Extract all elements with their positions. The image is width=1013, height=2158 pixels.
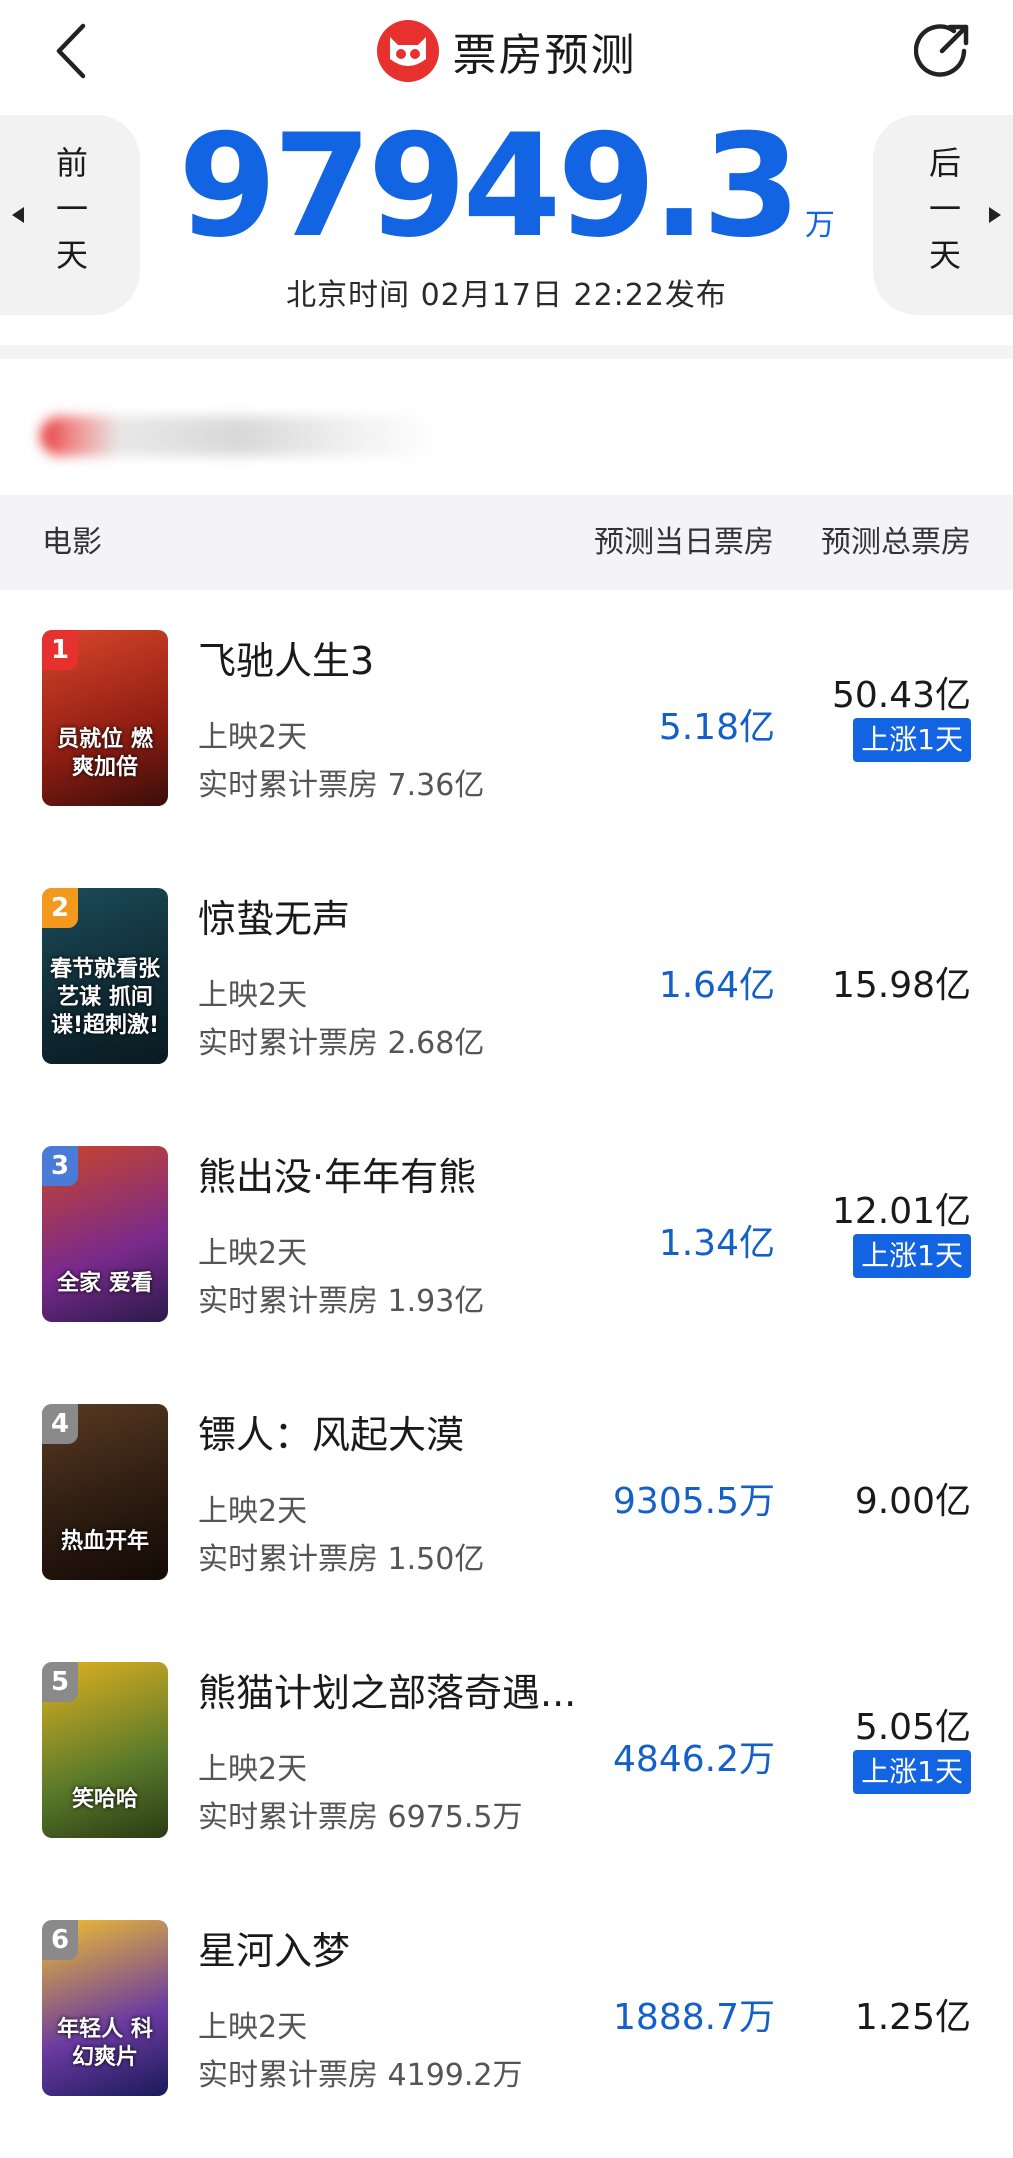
column-header-predicted-day: 预测当日票房: [594, 525, 774, 560]
header-title-group: 票房预测: [0, 14, 1013, 88]
poster-caption: 笑哈哈: [71, 1787, 138, 1812]
release-days: 上映2天: [198, 1236, 308, 1271]
release-days: 上映2天: [198, 1752, 308, 1787]
published-time: 北京时间 02月17日 22:22发布: [286, 278, 727, 313]
total-unit: 万: [804, 208, 835, 243]
rank-badge: 5: [42, 1662, 78, 1702]
rank-badge: 1: [42, 630, 78, 670]
predicted-total-value: 1.25亿: [854, 1997, 971, 2038]
cumulative-box-office: 实时累计票房 1.93亿: [198, 1284, 485, 1319]
rank-badge: 3: [42, 1146, 78, 1186]
film-poster[interactable]: 年轻人 科幻爽片 6: [42, 1920, 168, 2096]
poster-caption: 春节就看张艺谋 抓间谍!超刺激!: [49, 957, 160, 1038]
film-title[interactable]: 星河入梦: [198, 1920, 350, 1975]
predicted-day-value: 1.34亿: [658, 1223, 775, 1264]
blurred-banner[interactable]: [0, 380, 1013, 490]
total-box-office: 97949.3 万: [0, 112, 1013, 262]
table-row[interactable]: 笑哈哈 5 熊猫计划之部落奇遇... 上映2天实时累计票房 6975.5万 4846.2…: [0, 1642, 1013, 1900]
cumulative-box-office: 实时累计票房 1.50亿: [198, 1542, 485, 1577]
blurred-banner-content: [40, 416, 440, 456]
divider: [0, 345, 1013, 359]
film-poster[interactable]: 全家 爱看 3: [42, 1146, 168, 1322]
predicted-total-value: 5.05亿: [854, 1707, 971, 1748]
share-button[interactable]: [911, 18, 975, 82]
table-row[interactable]: 员就位 燃爽加倍 1 飞驰人生3 上映2天实时累计票房 7.36亿 5.18亿 50.43…: [0, 610, 1013, 868]
film-title[interactable]: 惊蛰无声: [198, 888, 350, 943]
predicted-day-value: 1.64亿: [658, 965, 775, 1006]
cumulative-box-office: 实时累计票房 4199.2万: [198, 2058, 523, 2093]
column-header-movie: 电影: [42, 525, 102, 560]
predicted-total-value: 12.01亿: [831, 1191, 971, 1232]
table-row[interactable]: 热血开年 4 镖人：风起大漠上映2天实时累计票房 1.50亿 9305.5万 9.00亿: [0, 1384, 1013, 1642]
film-title[interactable]: 熊猫计划之部落奇遇...: [198, 1662, 576, 1717]
cumulative-box-office: 实时累计票房 7.36亿: [198, 768, 485, 803]
predicted-day-value: 4846.2万: [613, 1739, 775, 1780]
cumulative-box-office: 实时累计票房 6975.5万: [198, 1800, 523, 1835]
table-row[interactable]: 年轻人 科幻爽片 6 星河入梦上映2天实时累计票房 4199.2万 1888.7万 1.…: [0, 1900, 1013, 2158]
table-row[interactable]: 春节就看张艺谋 抓间谍!超刺激! 2 惊蛰无声上映2天实时累计票房 2.68亿 1.6…: [0, 868, 1013, 1126]
rank-badge: 6: [42, 1920, 78, 1960]
film-poster[interactable]: 员就位 燃爽加倍 1: [42, 630, 168, 806]
top-bar: 票房预测: [0, 0, 1013, 105]
predicted-total-value: 50.43亿: [831, 675, 971, 716]
predicted-total-value: 15.98亿: [831, 965, 971, 1006]
table-row[interactable]: 全家 爱看 3 熊出没·年年有熊上映2天实时累计票房 1.93亿 1.34亿 12.01…: [0, 1126, 1013, 1384]
rank-badge: 4: [42, 1404, 78, 1444]
rise-tag: 上涨1天: [853, 1234, 971, 1278]
film-poster[interactable]: 春节就看张艺谋 抓间谍!超刺激! 2: [42, 888, 168, 1064]
poster-caption: 热血开年: [60, 1529, 149, 1554]
predicted-day-value: 1888.7万: [613, 1997, 775, 2038]
page-title: 票房预测: [452, 30, 637, 81]
film-title[interactable]: 飞驰人生3: [198, 630, 374, 685]
poster-caption: 年轻人 科幻爽片: [57, 2017, 153, 2070]
poster-caption: 全家 爱看: [57, 1271, 153, 1296]
share-icon: [914, 24, 969, 77]
predicted-day-value: 9305.5万: [613, 1481, 775, 1522]
rank-badge: 2: [42, 888, 78, 928]
film-title[interactable]: 熊出没·年年有熊: [198, 1146, 476, 1201]
total-value: 97949.3: [178, 104, 801, 269]
release-days: 上映2天: [198, 978, 308, 1013]
cat-eye-logo: [376, 20, 439, 82]
predicted-day-value: 5.18亿: [658, 707, 775, 748]
column-header-predicted-total: 预测总票房: [821, 525, 971, 560]
cumulative-box-office: 实时累计票房 2.68亿: [198, 1026, 485, 1061]
release-days: 上映2天: [198, 720, 308, 755]
release-days: 上映2天: [198, 1494, 308, 1529]
table-header: 电影 预测当日票房 预测总票房: [0, 495, 1013, 590]
film-poster[interactable]: 热血开年 4: [42, 1404, 168, 1580]
rise-tag: 上涨1天: [853, 1750, 971, 1794]
rise-tag: 上涨1天: [853, 718, 971, 762]
predicted-total-value: 9.00亿: [854, 1481, 971, 1522]
film-poster[interactable]: 笑哈哈 5: [42, 1662, 168, 1838]
film-title[interactable]: 镖人：风起大漠: [198, 1404, 464, 1459]
poster-caption: 员就位 燃爽加倍: [57, 727, 153, 780]
release-days: 上映2天: [198, 2010, 308, 2045]
